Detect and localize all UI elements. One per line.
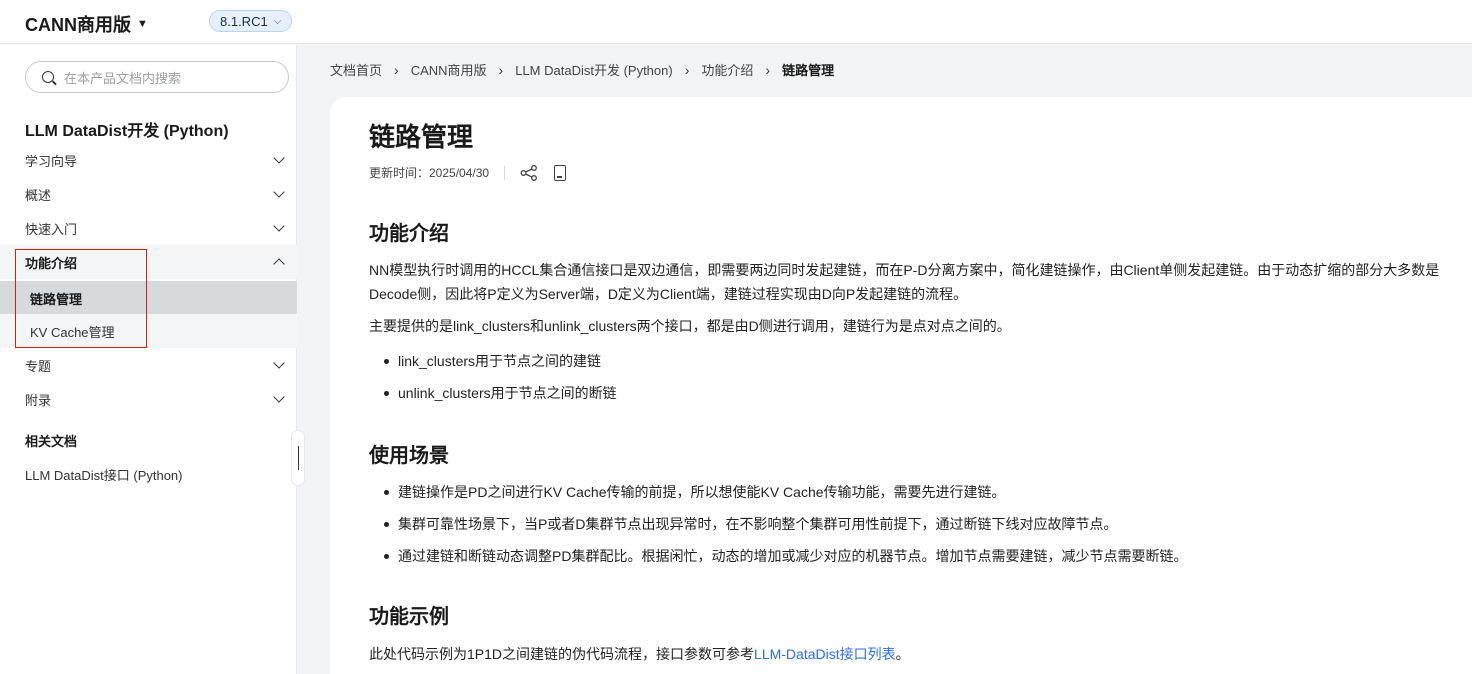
related-doc-link[interactable]: LLM DataDist接口 (Python) (25, 465, 183, 484)
breadcrumb: 文档首页 › CANN商用版 › LLM DataDist开发 (Python)… (330, 60, 834, 79)
sidebar-item-guide[interactable]: 学习向导 (0, 143, 297, 177)
search-input[interactable]: 在本产品文档内搜索 (25, 61, 289, 93)
list-item: 建链操作是PD之间进行KV Cache传输的前提，所以想使能KV Cache传输… (384, 482, 1006, 502)
sidebar-item-label: 概述 (25, 187, 52, 203)
example-text: 此处代码示例为1P1D之间建链的伪代码流程，接口参数可参考 (369, 646, 755, 662)
chevron-down-icon: ⌵ (273, 15, 282, 27)
highlight-box (15, 249, 147, 348)
list-item-text: 通过建链和断链动态调整PD集群配比。根据闲忙，动态的增加或减少对应的机器节点。增… (398, 548, 1188, 564)
sidebar-item-quickstart[interactable]: 快速入门 (0, 211, 297, 245)
chevron-down-icon (273, 391, 285, 403)
chevron-up-icon (273, 258, 285, 270)
version-label: 8.1.RC1 (220, 13, 268, 29)
breadcrumb-item[interactable]: 文档首页 (330, 60, 382, 79)
page-title: 链路管理 (369, 122, 474, 152)
breadcrumb-current: 链路管理 (782, 63, 835, 78)
chevron-right-icon: › (394, 61, 399, 78)
product-switcher[interactable]: CANN商用版 ▼ (25, 11, 148, 37)
chevron-down-icon (273, 186, 285, 198)
breadcrumb-item[interactable]: CANN商用版 (411, 60, 487, 79)
section-heading-intro: 功能介绍 (369, 223, 449, 245)
list-item-text: link_clusters用于节点之间的建链 (398, 353, 602, 369)
sidebar: 在本产品文档内搜索 LLM DataDist开发 (Python) 学习向导 概… (0, 45, 297, 674)
list-item-text: 建链操作是PD之间进行KV Cache传输的前提，所以想使能KV Cache传输… (398, 484, 1006, 500)
chevron-right-icon: › (498, 61, 504, 78)
article-meta: 更新时间：2025/04/30 (369, 164, 567, 181)
related-docs-title: 相关文档 (25, 434, 78, 449)
list-item: unlink_clusters用于节点之间的断链 (384, 383, 617, 403)
example-suffix: 。 (895, 646, 910, 662)
top-bar: CANN商用版 ▼ 8.1.RC1 ⌵ (0, 0, 1472, 44)
doc-title: LLM DataDist开发 (Python) (25, 123, 229, 140)
intro-paragraph-1: NN模型执行时调用的HCCL集合通信接口是双边通信，即需要两边同时发起建链，而在… (369, 262, 1440, 302)
sidebar-collapse-handle[interactable] (291, 430, 305, 486)
breadcrumb-item[interactable]: LLM DataDist开发 (Python) (515, 60, 673, 79)
example-paragraph: 此处代码示例为1P1D之间建链的伪代码流程，接口参数可参考LLM-DataDis… (369, 642, 1469, 666)
caret-down-icon: ▼ (137, 18, 148, 30)
sidebar-item-label: 学习向导 (25, 153, 78, 169)
sidebar-item-appendix[interactable]: 附录 (0, 382, 297, 416)
updated-time: 更新时间：2025/04/30 (369, 166, 490, 180)
list-item-text: unlink_clusters用于节点之间的断链 (398, 385, 617, 401)
article-content: 链路管理 更新时间：2025/04/30 功能介绍 NN模型执行时调用的HCCL… (330, 97, 1472, 674)
sidebar-item-label: 专题 (25, 358, 52, 374)
product-name: CANN商用版 (25, 15, 131, 35)
list-item: 通过建链和断链动态调整PD集群配比。根据闲忙，动态的增加或减少对应的机器节点。增… (384, 546, 1187, 566)
share-icon[interactable] (520, 164, 538, 181)
search-placeholder: 在本产品文档内搜索 (64, 70, 182, 86)
api-list-link[interactable]: LLM-DataDist接口列表 (754, 646, 896, 662)
chevron-right-icon: › (765, 61, 771, 78)
list-item-text: 集群可靠性场景下，当P或者D集群节点出现异常时，在不影响整个集群可用性前提下，通… (398, 516, 1118, 532)
list-item: link_clusters用于节点之间的建链 (384, 351, 601, 371)
pdf-download-icon[interactable] (554, 164, 567, 181)
sidebar-item-topics[interactable]: 专题 (0, 348, 297, 382)
intro-paragraph-2: 主要提供的是link_clusters和unlink_clusters两个接口，… (369, 318, 1011, 334)
chevron-right-icon: › (684, 61, 690, 78)
chevron-down-icon (273, 152, 285, 164)
sidebar-item-overview[interactable]: 概述 (0, 177, 297, 211)
section-heading-example: 功能示例 (369, 606, 449, 628)
search-icon (42, 71, 54, 83)
list-item: 集群可靠性场景下，当P或者D集群节点出现异常时，在不影响整个集群可用性前提下，通… (384, 514, 1117, 534)
sidebar-item-label: 快速入门 (25, 221, 78, 237)
chevron-down-icon (273, 357, 285, 369)
breadcrumb-item[interactable]: 功能介绍 (701, 60, 753, 79)
chevron-down-icon (273, 220, 285, 232)
sidebar-item-label: 附录 (25, 392, 52, 408)
section-heading-scenario: 使用场景 (369, 445, 449, 467)
version-selector[interactable]: 8.1.RC1 ⌵ (209, 10, 293, 32)
divider (504, 165, 506, 180)
